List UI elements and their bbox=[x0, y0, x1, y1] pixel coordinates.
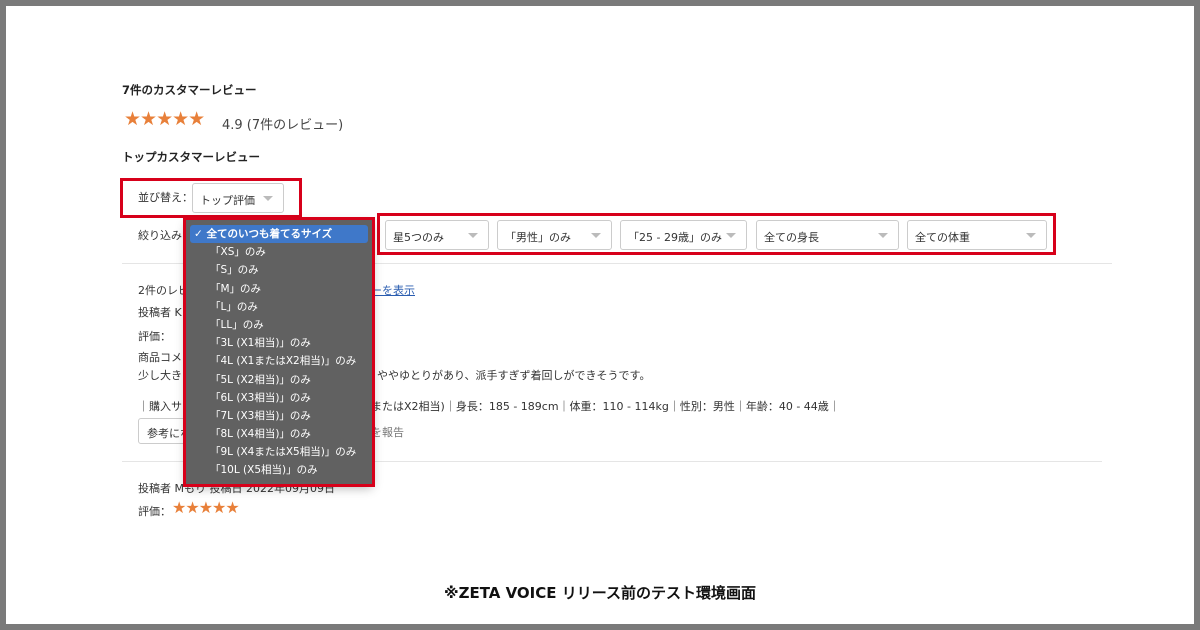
chevron-down-icon bbox=[591, 233, 601, 238]
sort-label: 並び替え： bbox=[138, 191, 193, 204]
filter-age-select[interactable]: 「25 - 29歳」のみ bbox=[620, 220, 747, 250]
top-reviews-title: トップカスタマーレビュー bbox=[122, 150, 260, 164]
filter-gender-select[interactable]: 「男性」のみ bbox=[497, 220, 612, 250]
chevron-down-icon bbox=[263, 196, 273, 201]
sort-select[interactable]: トップ評価 bbox=[192, 183, 284, 213]
filter-rating-select[interactable]: 星5つのみ bbox=[385, 220, 489, 250]
select-value: 星5つのみ bbox=[393, 231, 444, 244]
select-value: 全ての身長 bbox=[764, 231, 819, 244]
chevron-down-icon bbox=[468, 233, 478, 238]
review-attributes-start: ｜購入サ bbox=[138, 400, 182, 413]
reviews-count-title: 7件のカスタマーレビュー bbox=[122, 83, 257, 97]
size-dropdown-highlight bbox=[183, 217, 375, 487]
chevron-down-icon bbox=[726, 233, 736, 238]
rating-label: 評価： bbox=[138, 330, 171, 343]
review-count-text: 2件のレビ bbox=[138, 284, 189, 297]
chevron-down-icon bbox=[878, 233, 888, 238]
review-attributes-end: またはX2相当)｜身長：185 - 189cm｜体重：110 - 114kg｜性… bbox=[371, 400, 840, 413]
review-author: 投稿者 K bbox=[138, 306, 182, 319]
filter-label: 絞り込み bbox=[138, 229, 182, 242]
chevron-down-icon bbox=[1026, 233, 1036, 238]
rating-stars-icon: ★★★★★ bbox=[124, 108, 205, 130]
sort-value: トップ評価 bbox=[200, 194, 255, 207]
comment-text-start: 少し大き bbox=[138, 369, 182, 382]
show-reviews-link[interactable]: ーを表示 bbox=[371, 282, 415, 298]
select-value: 「25 - 29歳」のみ bbox=[628, 231, 722, 244]
comment-label: 商品コメ bbox=[138, 351, 182, 364]
report-link[interactable]: を報告 bbox=[371, 424, 404, 440]
rating-summary: 4.9 (7件のレビュー) bbox=[222, 118, 344, 133]
comment-text-end: ややゆとりがあり、派手すぎず着回しができそうです。 bbox=[377, 369, 651, 382]
select-value: 「男性」のみ bbox=[505, 231, 571, 244]
caption: ※ZETA VOICE リリース前のテスト環境画面 bbox=[443, 584, 756, 602]
review-stars-icon: ★★★★★ bbox=[172, 498, 240, 517]
filter-height-select[interactable]: 全ての身長 bbox=[756, 220, 899, 250]
filter-weight-select[interactable]: 全ての体重 bbox=[907, 220, 1047, 250]
rating-label: 評価： bbox=[138, 505, 171, 518]
screenshot-frame: 7件のカスタマーレビュー ★★★★★ 4.9 (7件のレビュー) トップカスタマ… bbox=[6, 6, 1194, 624]
select-value: 全ての体重 bbox=[915, 231, 970, 244]
